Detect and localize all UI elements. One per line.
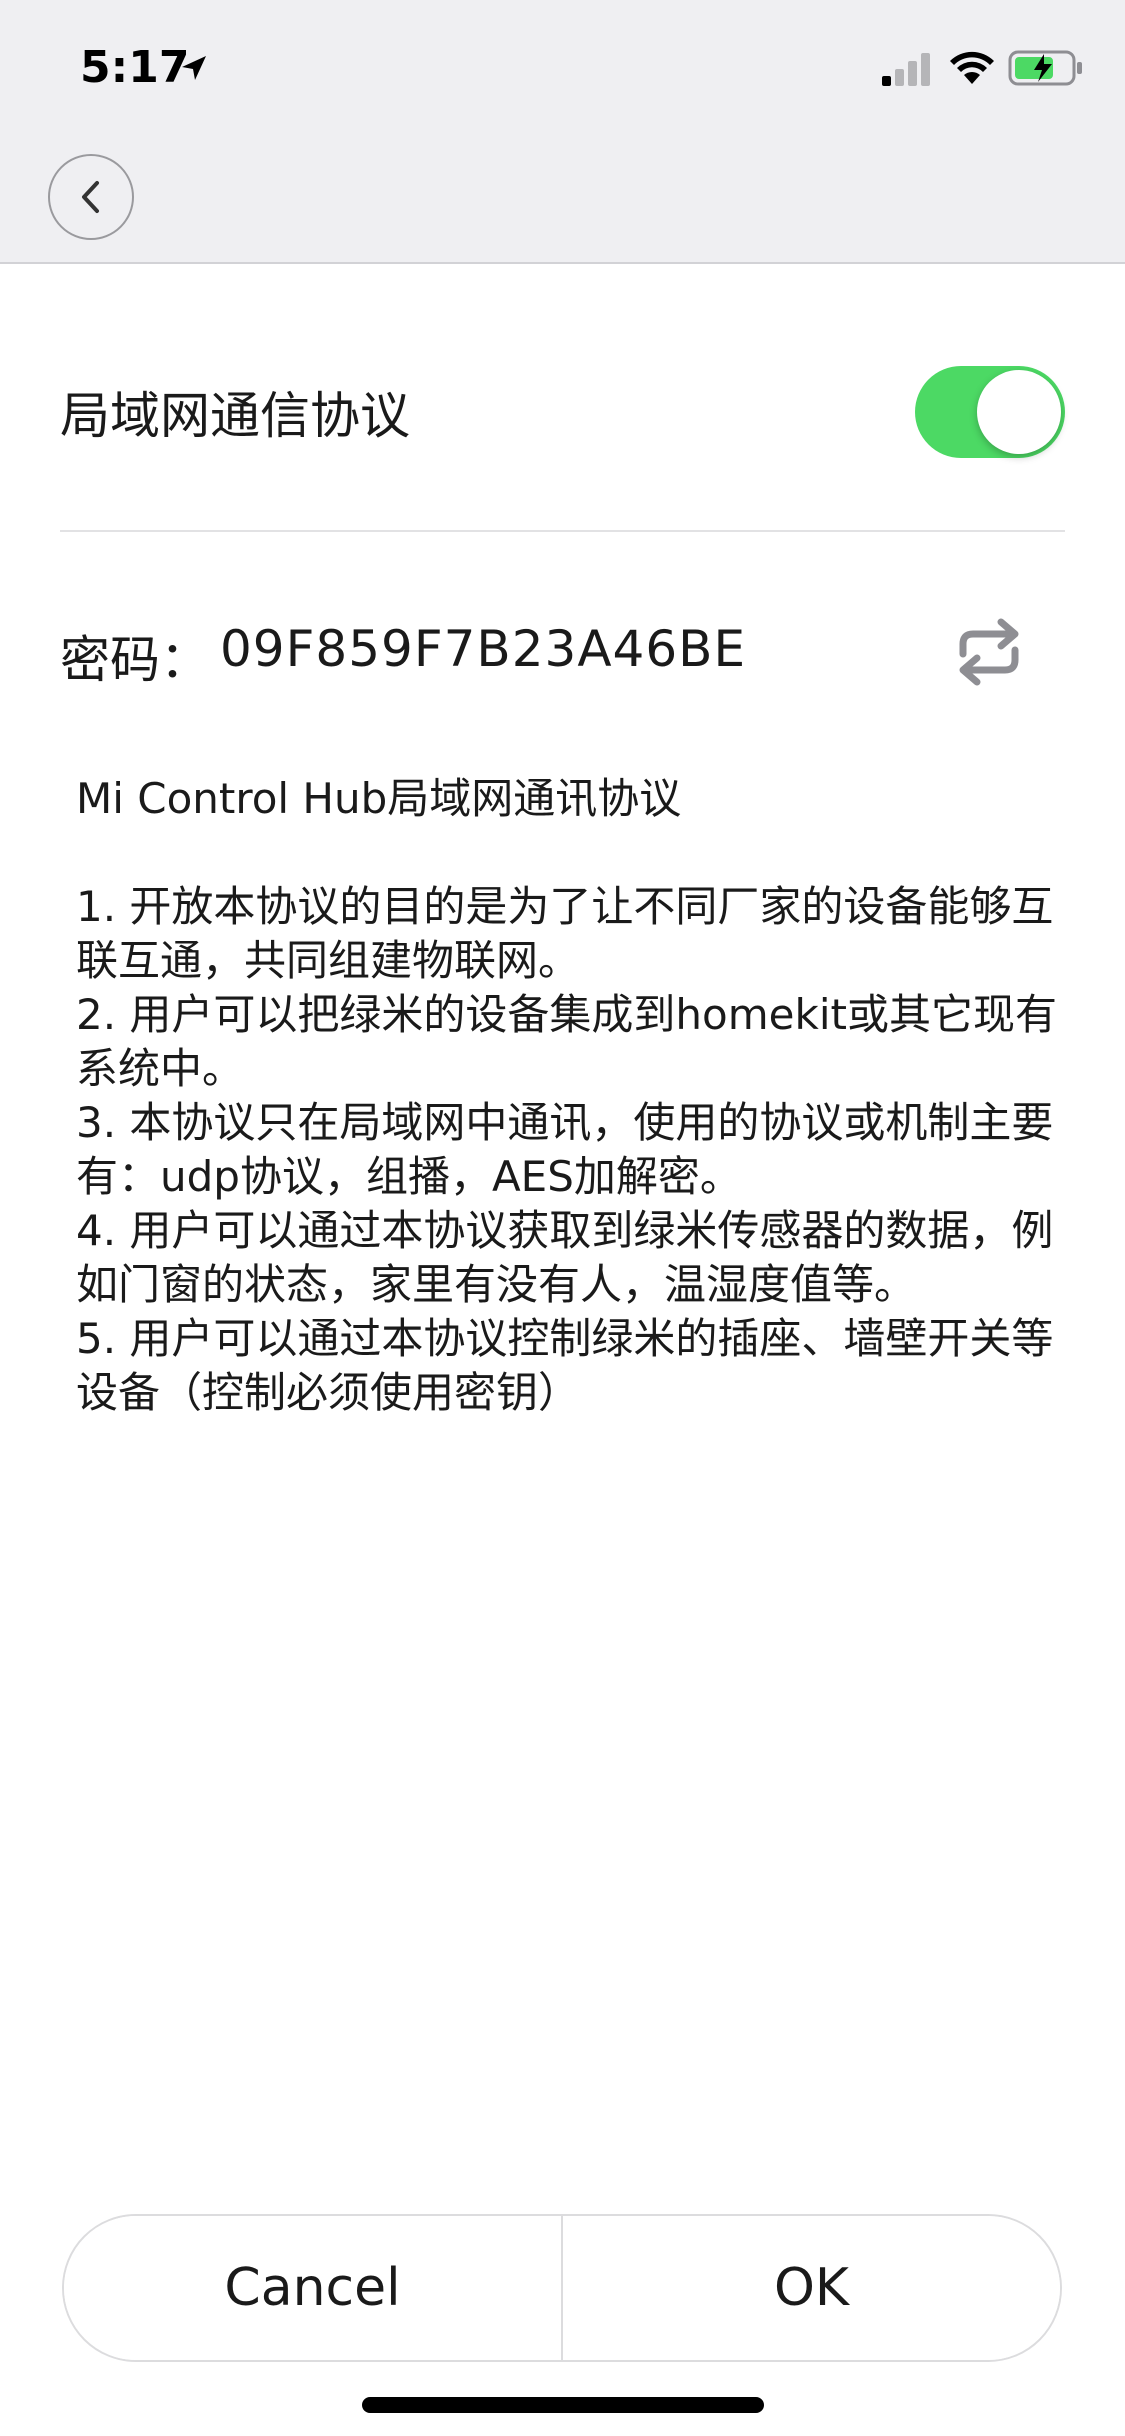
toggle-knob (977, 370, 1061, 454)
back-button[interactable] (48, 154, 134, 240)
password-value: 09F859F7B23A46BE (220, 620, 747, 678)
battery-charging-icon (1008, 50, 1082, 86)
status-bar: 5:17 (0, 0, 1125, 132)
top-bar: 5:17 (0, 0, 1125, 264)
description-item: 1. 开放本协议的目的是为了让不同厂家的设备能够互联互通，共同组建物联网。 (76, 882, 1054, 985)
lan-protocol-toggle[interactable] (915, 366, 1065, 458)
chevron-left-icon (82, 181, 99, 213)
lan-protocol-row: 局域网通信协议 (60, 330, 1065, 490)
description-item: 4. 用户可以通过本协议获取到绿米传感器的数据，例如门窗的状态，家里有没有人，温… (76, 1206, 1054, 1309)
password-label: 密码： (60, 631, 210, 689)
cellular-signal-icon (882, 53, 930, 86)
lan-protocol-label: 局域网通信协议 (60, 387, 410, 445)
description-item: 2. 用户可以把绿米的设备集成到homekit或其它现有系统中。 (76, 990, 1057, 1093)
status-time: 5:17 (80, 42, 190, 93)
description-item: 3. 本协议只在局域网中通讯，使用的协议或机制主要有：udp协议，组播，AES加… (76, 1098, 1054, 1201)
wifi-icon (950, 51, 994, 84)
password-row: 密码： 09F859F7B23A46BE (60, 600, 1065, 700)
description-item: 5. 用户可以通过本协议控制绿米的插座、墙壁开关等设备（控制必须使用密钥） (76, 1314, 1054, 1417)
protocol-description: Mi Control Hub局域网通讯协议 1. 开放本协议的目的是为了让不同厂… (76, 772, 1066, 1420)
location-arrow-icon (182, 56, 206, 80)
refresh-password-button[interactable] (949, 616, 1029, 688)
divider (60, 530, 1065, 532)
refresh-icon (959, 618, 1019, 686)
dialog-button-bar: Cancel OK (62, 2214, 1062, 2362)
ok-button[interactable]: OK (563, 2216, 1060, 2360)
description-title: Mi Control Hub局域网通讯协议 (76, 774, 682, 823)
cancel-button[interactable]: Cancel (64, 2216, 561, 2360)
home-indicator[interactable] (362, 2397, 764, 2413)
